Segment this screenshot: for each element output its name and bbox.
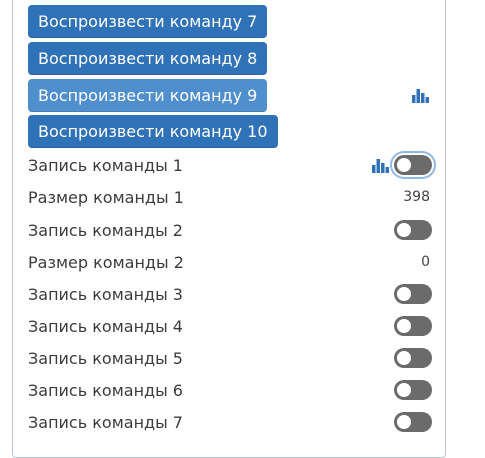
command-1-size-label: Размер команды 1 bbox=[28, 187, 184, 207]
command-4-record-row: Запись команды 4 bbox=[28, 312, 432, 340]
play-command-10-button[interactable]: Воспроизвести команду 10 bbox=[28, 115, 278, 148]
command-2-record-row: Запись команды 2 bbox=[28, 216, 432, 244]
command-1-record-toggle[interactable] bbox=[394, 155, 432, 175]
toggle-knob bbox=[397, 383, 411, 397]
command-2-record-toggle[interactable] bbox=[394, 220, 432, 240]
bar-chart-icon[interactable] bbox=[412, 88, 429, 103]
command-2-size-value: 0 bbox=[421, 254, 430, 270]
command-3-record-row: Запись команды 3 bbox=[28, 280, 432, 308]
toggle-knob bbox=[397, 158, 411, 172]
play-command-7-button[interactable]: Воспроизвести команду 7 bbox=[28, 5, 268, 38]
play-command-8-button[interactable]: Воспроизвести команду 8 bbox=[28, 42, 268, 75]
command-2-size-label: Размер команды 2 bbox=[28, 252, 184, 272]
toggle-knob bbox=[397, 319, 411, 333]
command-7-record-label: Запись команды 7 bbox=[28, 412, 183, 432]
command-6-record-toggle[interactable] bbox=[394, 380, 432, 400]
command-2-record-label: Запись команды 2 bbox=[28, 220, 183, 240]
command-3-record-toggle[interactable] bbox=[394, 284, 432, 304]
command-5-record-toggle[interactable] bbox=[394, 348, 432, 368]
toggle-knob bbox=[397, 223, 411, 237]
command-6-record-label: Запись команды 6 bbox=[28, 380, 183, 400]
command-1-record-row: Запись команды 1 bbox=[28, 151, 432, 179]
toggle-knob bbox=[397, 415, 411, 429]
bar-chart-icon[interactable] bbox=[372, 158, 389, 173]
command-6-record-row: Запись команды 6 bbox=[28, 376, 432, 404]
command-5-record-label: Запись команды 5 bbox=[28, 348, 183, 368]
command-3-record-label: Запись команды 3 bbox=[28, 284, 183, 304]
command-4-record-toggle[interactable] bbox=[394, 316, 432, 336]
command-2-size-row: Размер команды 2 0 bbox=[28, 248, 432, 276]
command-7-record-row: Запись команды 7 bbox=[28, 408, 432, 436]
command-1-record-label: Запись команды 1 bbox=[28, 155, 183, 175]
play-command-9-button[interactable]: Воспроизвести команду 9 bbox=[28, 79, 268, 112]
toggle-knob bbox=[397, 287, 411, 301]
command-1-size-value: 398 bbox=[403, 189, 430, 205]
command-1-size-row: Размер команды 1 398 bbox=[28, 183, 432, 211]
command-5-record-row: Запись команды 5 bbox=[28, 344, 432, 372]
toggle-knob bbox=[397, 351, 411, 365]
command-7-record-toggle[interactable] bbox=[394, 412, 432, 432]
command-4-record-label: Запись команды 4 bbox=[28, 316, 183, 336]
